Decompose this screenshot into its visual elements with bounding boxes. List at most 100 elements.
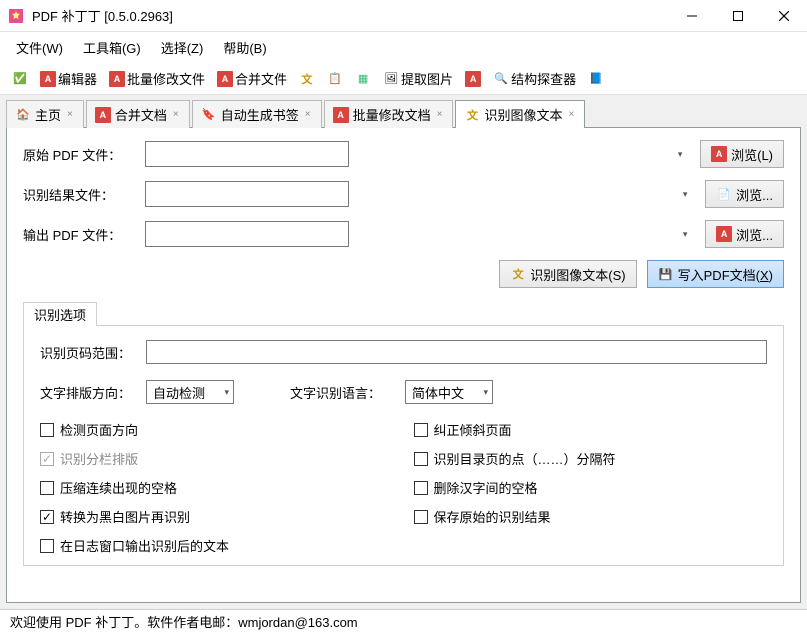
status-text: 欢迎使用 PDF 补丁丁。软件作者电邮：wmjordan@163.com [10,612,358,631]
image-icon: 🖼 [383,71,399,87]
tool-ocr-icon[interactable]: 文 [295,69,319,89]
tool-batch-label: 批量修改文件 [127,69,205,88]
text-file-icon: 📄 [716,186,732,202]
tool-merge[interactable]: A合并文件 [213,67,291,90]
ocr-small-icon: 文 [299,71,315,87]
check-detect-orientation[interactable]: 检测页面方向 [40,420,394,439]
save-icon: 💾 [658,266,674,282]
ocr-icon: 文 [464,107,480,123]
src-pdf-label: 原始 PDF 文件： [23,145,135,164]
checkbox-icon [414,423,428,437]
menu-select[interactable]: 选择(Z) [153,34,212,61]
tab-close-icon[interactable]: × [566,109,576,120]
app-icon [8,8,24,24]
ocr-icon: 文 [510,266,526,282]
pdf-icon: A [217,71,233,87]
tab-close-icon[interactable]: × [171,109,181,120]
checkbox-icon [40,539,54,553]
check-convert-bw[interactable]: 转换为黑白图片再识别 [40,507,394,526]
minimize-button[interactable] [669,0,715,32]
pdf-icon: A [40,71,56,87]
menu-help[interactable]: 帮助(B) [215,34,274,61]
browse-src-button[interactable]: A浏览(L) [700,140,784,168]
tool-small-2[interactable]: A [461,69,485,89]
tab-close-icon[interactable]: × [303,109,313,120]
checkbox-icon [40,452,54,466]
language-label: 文字识别语言： [290,383,381,402]
check-toc-dots[interactable]: 识别目录页的点（……）分隔符 [414,449,768,468]
tool-image-icon[interactable]: ▦ [351,69,375,89]
home-icon: 🏠 [15,107,31,123]
tool-editor[interactable]: A编辑器 [36,67,101,90]
extract-label: 提取图片 [401,69,453,88]
tab-bookmark[interactable]: 🔖自动生成书签× [192,100,322,128]
ocr-run-button[interactable]: 文识别图像文本(S) [499,260,636,288]
maximize-button[interactable] [715,0,761,32]
browse-out-label: 浏览... [736,225,773,244]
menu-toolbox[interactable]: 工具箱(G) [75,34,149,61]
tab-home-label: 主页 [35,105,61,124]
book-icon: 📘 [588,71,604,87]
check-compress-spaces[interactable]: 压缩连续出现的空格 [40,478,394,497]
checkbox-icon [414,481,428,495]
check-remove-hanzi-spaces[interactable]: 删除汉字间的空格 [414,478,768,497]
browse-src-label: 浏览(L) [731,145,773,164]
checkbox-icon [40,481,54,495]
tool-copy-icon[interactable]: 📋 [323,69,347,89]
check-column-layout: 识别分栏排版 [40,449,394,468]
check-keep-original[interactable]: 保存原始的识别结果 [414,507,768,526]
out-pdf-input[interactable] [145,221,349,247]
chevron-down-icon[interactable]: ▾ [676,182,694,206]
chevron-down-icon[interactable]: ▾ [671,142,689,166]
copy-icon: 📋 [327,71,343,87]
pdf-icon: A [109,71,125,87]
browse-result-button[interactable]: 📄浏览... [705,180,784,208]
page-range-input[interactable] [146,340,767,364]
tab-home[interactable]: 🏠主页 × [6,100,84,128]
bookmark-icon: 🔖 [201,107,217,123]
pdf-icon: A [95,107,111,123]
tool-small-1[interactable]: ✅ [8,69,32,89]
tab-ocr-label: 识别图像文本 [484,105,562,124]
language-select[interactable]: 简体中文▾ [405,380,493,404]
tool-extract-images[interactable]: 🖼提取图片 [379,67,457,90]
write-pdf-button[interactable]: 💾写入PDF文档(X) [647,260,784,288]
options-group-title: 识别选项 [23,302,97,326]
tool-editor-label: 编辑器 [58,69,97,88]
menu-file[interactable]: 文件(W) [8,34,71,61]
pdf-icon: A [465,71,481,87]
page-range-label: 识别页码范围： [40,343,138,362]
tab-batch[interactable]: A批量修改文档× [324,100,454,128]
tab-merge[interactable]: A合并文档 × [86,100,190,128]
check-icon: ✅ [12,71,28,87]
chevron-down-icon: ▾ [224,387,229,398]
chevron-down-icon[interactable]: ▾ [676,222,694,246]
tab-ocr[interactable]: 文识别图像文本 × [455,100,585,128]
structure-label: 结构探查器 [511,69,576,88]
window-title: PDF 补丁丁 [0.5.0.2963] [32,6,669,25]
chevron-down-icon: ▾ [483,387,488,398]
checkbox-icon [40,423,54,437]
browse-out-button[interactable]: A浏览... [705,220,784,248]
browse-result-label: 浏览... [736,185,773,204]
tab-close-icon[interactable]: × [435,109,445,120]
result-label: 识别结果文件： [23,185,135,204]
src-pdf-input[interactable] [145,141,349,167]
tab-merge-label: 合并文档 [115,105,167,124]
result-input[interactable] [145,181,349,207]
check-correct-tilt[interactable]: 纠正倾斜页面 [414,420,768,439]
pdf-icon: A [716,226,732,242]
checkbox-icon [414,452,428,466]
tool-merge-label: 合并文件 [235,69,287,88]
tool-structure[interactable]: 🔍结构探查器 [489,67,580,90]
tool-small-3[interactable]: 📘 [584,69,608,89]
check-log-output[interactable]: 在日志窗口输出识别后的文本 [40,536,394,555]
layout-select[interactable]: 自动检测▾ [146,380,234,404]
image-small-icon: ▦ [355,71,371,87]
tool-batch-modify[interactable]: A批量修改文件 [105,67,209,90]
close-button[interactable] [761,0,807,32]
write-pdf-label: 写入PDF文档(X) [678,265,773,284]
tab-close-icon[interactable]: × [65,109,75,120]
tab-batch-label: 批量修改文档 [353,105,431,124]
structure-icon: 🔍 [493,71,509,87]
